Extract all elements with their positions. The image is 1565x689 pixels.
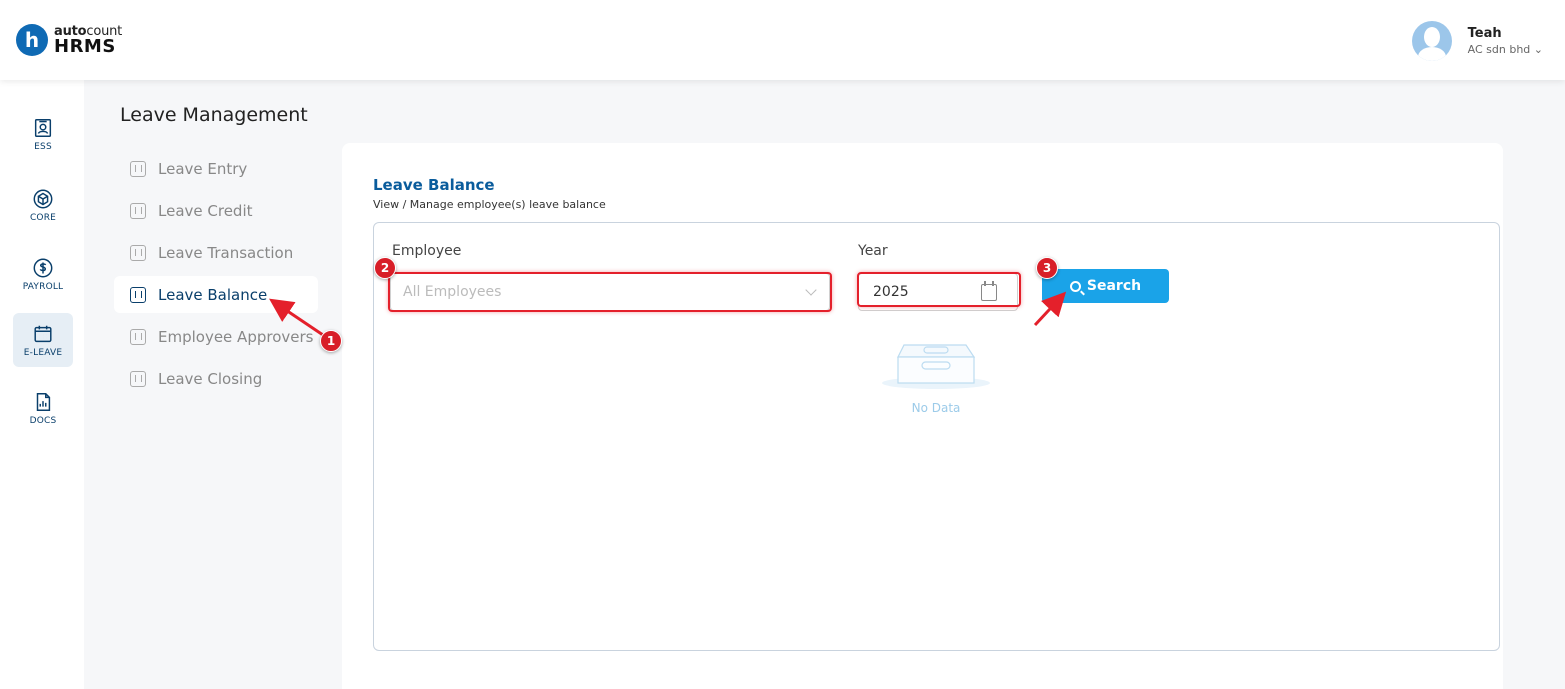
step-badge-1: 1 xyxy=(320,330,342,352)
search-icon xyxy=(1069,280,1081,292)
badge-icon xyxy=(34,118,52,137)
document-icon xyxy=(130,202,146,219)
rail-item-ess[interactable]: ESS xyxy=(13,107,73,161)
rail-item-e-leave[interactable]: E-LEAVE xyxy=(13,313,73,367)
rail-item-docs[interactable]: DOCS xyxy=(13,381,73,435)
empty-box-icon xyxy=(882,344,990,389)
employee-select[interactable]: All Employees xyxy=(390,273,830,311)
rail-item-payroll[interactable]: PAYROLL xyxy=(13,247,73,301)
search-button[interactable]: Search xyxy=(1042,269,1169,303)
app-logo[interactable]: h autocount HRMS xyxy=(16,24,122,56)
submenu-item-leave-balance[interactable]: Leave Balance xyxy=(114,276,318,313)
filter-panel: Employee All Employees Year 2025 Search … xyxy=(373,222,1500,651)
document-icon xyxy=(130,328,146,345)
cube-icon xyxy=(33,189,53,208)
document-icon xyxy=(130,160,146,177)
empty-state: No Data xyxy=(880,341,992,415)
document-icon xyxy=(130,370,146,387)
card-subtitle: View / Manage employee(s) leave balance xyxy=(373,198,606,211)
year-label: Year xyxy=(858,243,888,259)
calendar-icon xyxy=(34,325,52,342)
user-menu[interactable]: Teah AC sdn bhd ⌄ xyxy=(1411,21,1543,61)
calendar-icon[interactable] xyxy=(981,281,997,301)
user-name: Teah xyxy=(1467,26,1502,41)
document-chart-icon xyxy=(36,392,51,411)
submenu-item-employee-approvers[interactable]: Employee Approvers xyxy=(114,318,318,355)
document-icon xyxy=(130,244,146,261)
page-title: Leave Management xyxy=(120,104,308,126)
submenu-item-leave-entry[interactable]: Leave Entry xyxy=(114,150,318,187)
logo-product: HRMS xyxy=(54,35,116,57)
top-header: h autocount HRMS Teah AC sdn bhd ⌄ xyxy=(0,0,1565,80)
company-selector[interactable]: AC sdn bhd ⌄ xyxy=(1468,43,1543,56)
leave-balance-card: Leave Balance View / Manage employee(s) … xyxy=(342,143,1503,689)
employee-label: Employee xyxy=(392,243,462,259)
submenu-item-leave-closing[interactable]: Leave Closing xyxy=(114,360,318,397)
chevron-down-icon xyxy=(805,284,817,296)
dollar-icon xyxy=(33,258,53,277)
card-title: Leave Balance xyxy=(373,176,495,194)
submenu-item-leave-transaction[interactable]: Leave Transaction xyxy=(114,234,318,271)
module-rail: ESS CORE PAYROLL E-LEAVE DOCS xyxy=(0,80,84,689)
document-icon xyxy=(130,286,146,303)
year-value: 2025 xyxy=(873,284,909,300)
year-picker[interactable]: 2025 xyxy=(858,273,1018,311)
submenu-item-leave-credit[interactable]: Leave Credit xyxy=(114,192,318,229)
employee-placeholder: All Employees xyxy=(403,284,502,300)
avatar[interactable] xyxy=(1411,21,1452,61)
step-badge-3: 3 xyxy=(1036,257,1058,279)
rail-item-core[interactable]: CORE xyxy=(13,178,73,232)
empty-label: No Data xyxy=(911,401,961,415)
step-badge-2: 2 xyxy=(374,257,396,279)
logo-mark: h xyxy=(16,24,48,56)
